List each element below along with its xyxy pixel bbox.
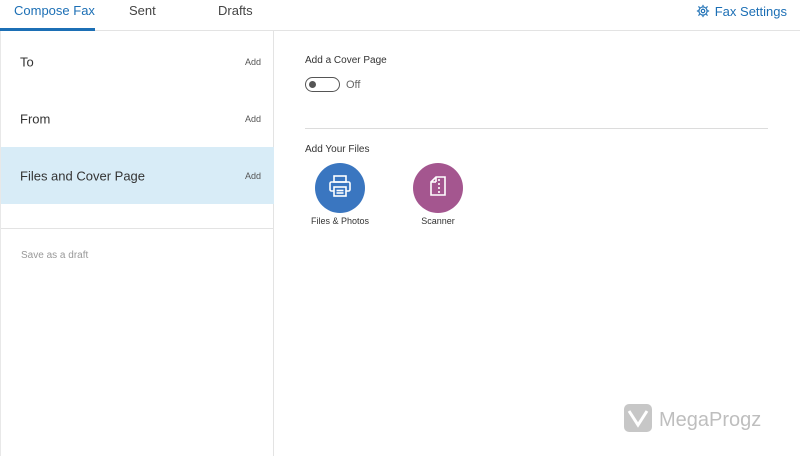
save-as-draft-link[interactable]: Save as a draft <box>21 250 88 261</box>
tab-compose-fax[interactable]: Compose Fax <box>14 0 95 31</box>
scanner-label: Scanner <box>421 216 455 226</box>
section-files-and-cover-page[interactable]: Files and Cover Page Add <box>1 147 274 204</box>
section-from-label: From <box>20 111 51 126</box>
watermark-logo-icon <box>623 403 653 438</box>
files-photos-circle <box>315 163 365 213</box>
section-to[interactable]: To Add <box>1 33 274 90</box>
section-to-label: To <box>20 54 34 69</box>
divider <box>1 228 274 229</box>
fax-sections-panel: To Add From Add Files and Cover Page Add… <box>0 31 274 456</box>
add-files-heading: Add Your Files <box>305 144 370 155</box>
files-photos-label: Files & Photos <box>310 216 370 226</box>
cover-page-toggle-state: Off <box>346 78 361 91</box>
cover-page-toggle[interactable] <box>305 77 340 92</box>
printer-icon <box>327 173 353 204</box>
cover-page-heading: Add a Cover Page <box>305 55 387 66</box>
scanner-circle <box>413 163 463 213</box>
toggle-knob <box>309 80 316 88</box>
files-and-cover-page-content: Add a Cover Page Off Add Your Files File… <box>305 31 775 456</box>
section-files-add-button[interactable]: Add <box>245 171 261 181</box>
section-to-add-button[interactable]: Add <box>245 57 261 67</box>
scanner-button[interactable]: Scanner <box>403 163 473 226</box>
tab-sent[interactable]: Sent <box>129 0 156 31</box>
section-from[interactable]: From Add <box>1 90 274 147</box>
scanner-icon <box>425 173 451 204</box>
files-and-photos-button[interactable]: Files & Photos <box>305 163 375 226</box>
watermark: MegaProgz <box>623 403 761 438</box>
divider <box>305 128 768 129</box>
section-from-add-button[interactable]: Add <box>245 114 261 124</box>
gear-icon <box>696 4 710 18</box>
tab-drafts[interactable]: Drafts <box>218 0 253 31</box>
fax-settings-button[interactable]: Fax Settings <box>696 0 787 22</box>
cover-page-toggle-group: Off <box>305 77 360 92</box>
watermark-text: MegaProgz <box>659 409 762 431</box>
fax-settings-label: Fax Settings <box>714 3 787 19</box>
section-files-label: Files and Cover Page <box>20 168 146 183</box>
top-tab-bar: Compose Fax Sent Drafts Fax Settings <box>0 0 800 31</box>
